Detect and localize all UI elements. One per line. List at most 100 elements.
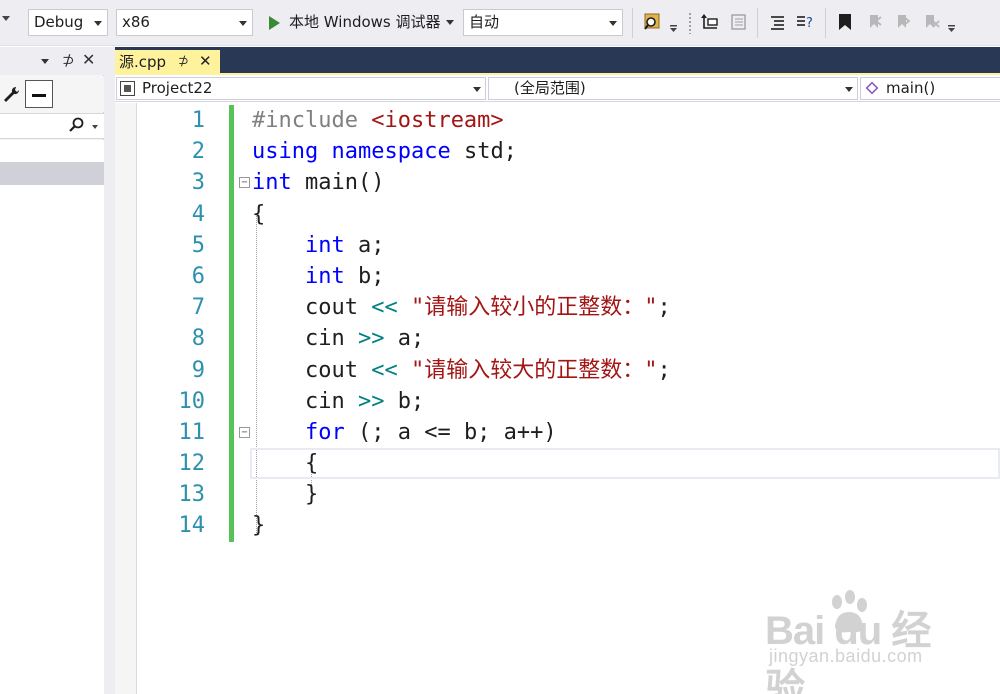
bookmark-icon[interactable] xyxy=(834,11,856,33)
chevron-down-icon[interactable] xyxy=(446,20,454,25)
code-line[interactable]: 4{ xyxy=(115,198,1000,230)
change-tracking-bar xyxy=(229,229,234,261)
svg-text:?: ? xyxy=(806,16,813,31)
collapse-outline-icon[interactable]: − xyxy=(239,177,250,189)
chevron-down-icon xyxy=(239,21,247,26)
auto-hide-pin-icon[interactable]: ⊅ xyxy=(62,51,75,69)
code-text[interactable]: for (; a <= b; a++) xyxy=(252,417,557,448)
previous-bookmark-icon[interactable] xyxy=(864,11,886,33)
code-text[interactable]: #include <iostream> xyxy=(252,105,504,136)
change-tracking-bar xyxy=(229,385,234,417)
solution-search-input[interactable] xyxy=(0,113,104,139)
wrench-icon[interactable] xyxy=(2,85,22,105)
code-text[interactable]: cout << "请输入较大的正整数："; xyxy=(252,355,671,386)
code-line[interactable]: 7 cout << "请输入较小的正整数："; xyxy=(115,292,1000,324)
code-text[interactable]: { xyxy=(252,448,318,479)
line-number: 4 xyxy=(191,201,205,227)
clear-bookmarks-icon[interactable] xyxy=(920,11,942,33)
line-number: 6 xyxy=(191,263,205,289)
collapse-outline-icon[interactable]: − xyxy=(239,426,250,438)
code-line[interactable]: 11 − for (; a <= b; a++) xyxy=(115,416,1000,449)
line-number: 12 xyxy=(178,451,206,477)
function-icon xyxy=(865,81,879,95)
play-icon xyxy=(269,16,280,30)
code-text[interactable]: cout << "请输入较小的正整数："; xyxy=(252,292,671,323)
toolbar-grip[interactable] xyxy=(688,12,692,34)
toolbar-options-icon[interactable] xyxy=(668,11,680,33)
line-number: 7 xyxy=(191,295,205,321)
collapse-all-button[interactable] xyxy=(25,80,53,108)
toolbar-options-icon[interactable] xyxy=(946,11,958,33)
toolbar-separator xyxy=(757,8,758,38)
code-line[interactable]: 10 cin >> b; xyxy=(115,385,1000,417)
next-bookmark-icon[interactable] xyxy=(892,11,914,33)
close-icon[interactable]: ✕ xyxy=(82,50,95,69)
code-text[interactable]: cin >> a; xyxy=(252,323,424,354)
scope-select[interactable]: (全局范围) xyxy=(488,77,858,100)
code-line[interactable]: 13 } xyxy=(115,479,1000,511)
paw-print-icon xyxy=(832,590,867,633)
panel-title-bar: ⊅ ✕ xyxy=(0,47,104,75)
project-select[interactable]: Project22 xyxy=(116,77,486,100)
debug-mode-select[interactable]: 自动 xyxy=(463,9,623,36)
change-tracking-bar xyxy=(229,198,234,230)
scope-value: (全局范围) xyxy=(514,79,586,97)
code-line[interactable]: 5 int a; xyxy=(115,229,1000,261)
search-icon[interactable] xyxy=(68,116,86,134)
pin-icon[interactable]: ⊅ xyxy=(178,50,189,74)
code-text[interactable]: int b; xyxy=(252,261,385,292)
chevron-down-icon xyxy=(609,21,617,26)
solution-platform-select[interactable]: x86 xyxy=(116,9,253,36)
chevron-down-icon[interactable] xyxy=(92,125,98,129)
change-tracking-bar xyxy=(229,292,234,324)
change-tracking-bar xyxy=(229,448,234,480)
project-icon xyxy=(120,81,135,96)
code-line[interactable]: 1 #include <iostream> xyxy=(115,105,1000,137)
solution-tree[interactable] xyxy=(0,140,104,694)
quick-info-icon[interactable]: ? xyxy=(794,11,816,33)
selected-tree-item[interactable] xyxy=(0,162,104,185)
step-into-icon[interactable] xyxy=(728,11,750,33)
code-line[interactable]: 9 cout << "请输入较大的正整数："; xyxy=(115,354,1000,386)
splitter[interactable] xyxy=(104,47,115,694)
line-number: 8 xyxy=(191,326,205,352)
code-text[interactable]: using namespace std; xyxy=(252,136,517,167)
code-text[interactable]: { xyxy=(252,199,265,230)
comment-out-icon[interactable] xyxy=(766,11,788,33)
start-debugging-button[interactable]: 本地 Windows 调试器 xyxy=(262,9,458,36)
toolbar-overflow-icon[interactable] xyxy=(2,16,10,21)
code-lines[interactable]: 1 #include <iostream> 2 using namespace std… xyxy=(115,105,1000,542)
member-value: main() xyxy=(886,79,936,97)
line-number: 13 xyxy=(178,482,206,508)
code-text[interactable]: cin >> b; xyxy=(252,386,424,417)
tab-source-cpp[interactable]: 源.cpp ⊅ ✕ xyxy=(115,50,220,75)
close-icon[interactable]: ✕ xyxy=(199,49,212,73)
baidu-jingyan-watermark: Bai du 经验 jingyan.baidu.com xyxy=(765,590,950,694)
code-text[interactable]: } xyxy=(252,479,318,510)
step-over-icon[interactable] xyxy=(700,11,722,33)
code-line[interactable]: 14} xyxy=(115,510,1000,542)
toolbar-separator xyxy=(825,8,826,38)
line-number: 3 xyxy=(191,170,205,196)
change-tracking-bar xyxy=(229,323,234,355)
change-tracking-bar xyxy=(229,510,234,542)
window-position-icon[interactable] xyxy=(41,59,49,64)
find-in-files-icon[interactable] xyxy=(642,11,664,33)
code-line[interactable]: 8 cin >> a; xyxy=(115,323,1000,355)
code-text[interactable]: int main() xyxy=(252,167,384,198)
code-line[interactable]: 3 − int main() xyxy=(115,167,1000,199)
code-text[interactable]: } xyxy=(252,510,265,541)
solution-explorer-panel: ⊅ ✕ xyxy=(0,47,104,694)
member-select[interactable]: main() xyxy=(860,77,1000,100)
code-line[interactable]: 12 { xyxy=(115,448,1000,480)
change-tracking-bar xyxy=(229,105,234,137)
code-line[interactable]: 2 using namespace std; xyxy=(115,136,1000,168)
watermark-url: jingyan.baidu.com xyxy=(769,646,923,666)
navigation-bar: Project22 (全局范围) main() xyxy=(115,75,1000,102)
code-text[interactable]: int a; xyxy=(252,230,385,261)
code-line[interactable]: 6 int b; xyxy=(115,260,1000,293)
change-tracking-bar xyxy=(229,354,234,386)
tab-filename: 源.cpp xyxy=(119,53,167,71)
solution-configuration-select[interactable]: Debug xyxy=(28,9,108,36)
document-tab-well xyxy=(115,47,1000,75)
